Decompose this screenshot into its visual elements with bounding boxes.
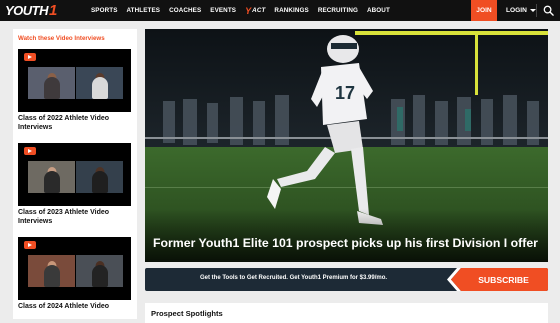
nav-link-recruiting[interactable]: RECRUITING (318, 7, 358, 14)
nav-divider (536, 4, 537, 17)
video-thumbnail[interactable] (18, 237, 131, 300)
video-caption[interactable]: Class of 2024 Athlete Video (18, 303, 131, 312)
search-icon[interactable] (543, 5, 554, 16)
athlete-frame (76, 161, 123, 193)
nav-link-act[interactable]: Y ACT (245, 6, 265, 16)
athlete-frame (76, 255, 123, 287)
video-caption[interactable]: Class of 2022 Athlete Video Interviews (18, 115, 131, 132)
play-icon (24, 241, 36, 249)
person-body (43, 171, 60, 193)
nav-link-coaches[interactable]: COACHES (169, 7, 201, 14)
video-thumbnail[interactable] (18, 49, 131, 112)
nav-link-events[interactable]: EVENTS (210, 7, 236, 14)
youth1-logo[interactable]: YOUTH 1 (5, 2, 57, 19)
act-logo-icon: Y (245, 5, 252, 16)
top-nav: YOUTH 1 SPORTS ATHLETES COACHES EVENTS YA… (0, 0, 560, 21)
prospect-spotlights-section: Prospect Spotlights (145, 303, 548, 323)
jersey-number: 17 (335, 83, 355, 103)
person-body (91, 171, 108, 193)
act-label: ACT (252, 7, 266, 14)
join-button[interactable]: JOIN (471, 0, 497, 21)
promo-text: Get the Tools to Get Recruited. Get Yout… (200, 275, 388, 281)
interviewer-frame (28, 255, 75, 287)
play-icon (24, 53, 36, 61)
section-title: Prospect Spotlights (151, 309, 223, 318)
premium-promo-banner[interactable]: Get the Tools to Get Recruited. Get Yout… (145, 268, 548, 291)
video-thumbnail[interactable] (18, 143, 131, 206)
hero-photo: 17 (145, 29, 548, 262)
interviewer-frame (28, 67, 75, 99)
video-card-2024[interactable]: Class of 2024 Athlete Video (18, 237, 131, 312)
play-icon (24, 147, 36, 155)
logo-number: 1 (49, 2, 58, 19)
video-card-2023[interactable]: Class of 2023 Athlete Video Interviews (18, 143, 131, 226)
person-body (43, 77, 60, 99)
video-caption[interactable]: Class of 2023 Athlete Video Interviews (18, 209, 131, 226)
article-headline[interactable]: Former Youth1 Elite 101 prospect picks u… (153, 236, 538, 250)
sidebar-title[interactable]: Watch these Video Interviews (18, 35, 105, 42)
video-card-2022[interactable]: Class of 2022 Athlete Video Interviews (18, 49, 131, 132)
person-body (91, 265, 108, 287)
nav-link-rankings[interactable]: RANKINGS (274, 7, 308, 14)
chevron-down-icon (529, 9, 536, 12)
nav-links: SPORTS ATHLETES COACHES EVENTS Y ACT RANK… (91, 0, 399, 21)
login-dropdown[interactable]: LOGIN (506, 0, 536, 21)
person-body (91, 77, 108, 99)
subscribe-button[interactable]: SUBSCRIBE (451, 268, 548, 291)
login-label: LOGIN (506, 7, 527, 14)
person-body (43, 265, 60, 287)
athlete-frame (76, 67, 123, 99)
nav-link-sports[interactable]: SPORTS (91, 7, 118, 14)
featured-article[interactable]: 17 Former Youth1 Elite 101 prospect pick… (145, 29, 548, 262)
logo-text: YOUTH (5, 3, 49, 18)
nav-link-athletes[interactable]: ATHLETES (127, 7, 161, 14)
interviewer-frame (28, 161, 75, 193)
video-interviews-sidebar: Watch these Video Interviews Class of 20… (13, 29, 137, 319)
nav-link-about[interactable]: ABOUT (367, 7, 390, 14)
